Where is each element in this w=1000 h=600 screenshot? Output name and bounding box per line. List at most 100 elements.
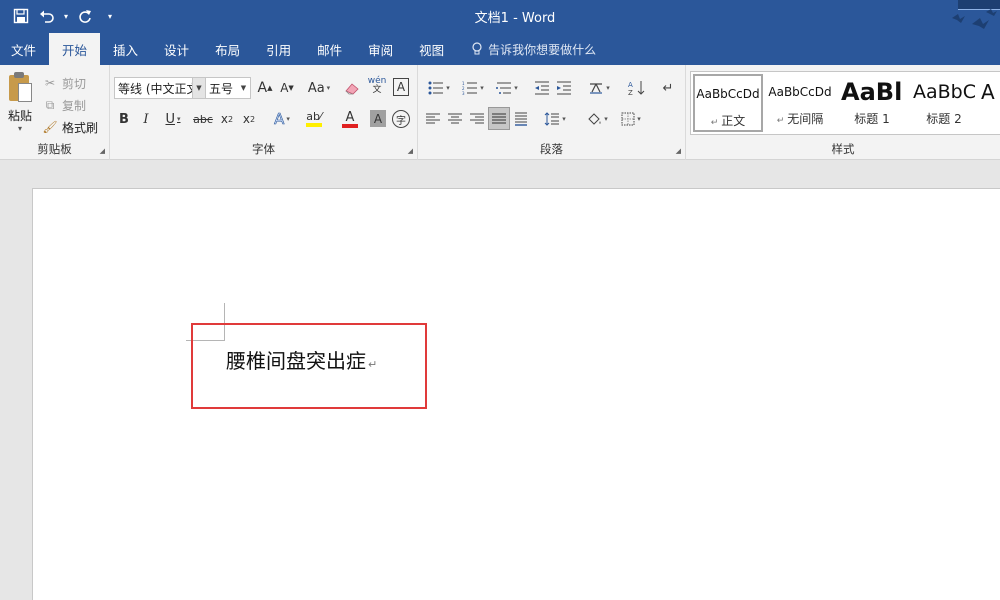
tab-view[interactable]: 视图 <box>406 33 457 65</box>
birds-decoration-icon <box>952 9 997 29</box>
chinese-layout-icon <box>590 83 603 94</box>
change-case-label: Aa <box>307 80 325 96</box>
clear-formatting-icon[interactable] <box>342 77 362 99</box>
tab-insert[interactable]: 插入 <box>100 33 151 65</box>
clipboard-actions: ✂ 剪切 ⧉ 复制 🖌 格式刷 <box>42 72 98 138</box>
tell-me-search[interactable]: 告诉我你想要做什么 <box>471 33 596 65</box>
style-sample: AaBbC <box>913 81 977 103</box>
tab-references[interactable]: 引用 <box>253 33 304 65</box>
decrease-indent-icon[interactable] <box>532 77 552 99</box>
font-size-dropdown-icon[interactable]: ▼ <box>237 78 250 98</box>
style-no-spacing[interactable]: AaBbCcDd ↵ 无间隔 <box>765 74 835 132</box>
title-decoration <box>900 0 1000 33</box>
style-heading-1[interactable]: AaBl 标题 1 <box>837 74 907 132</box>
enclose-characters-icon[interactable]: 字 <box>392 110 410 128</box>
paste-dropdown-icon[interactable]: ▾ <box>5 124 35 133</box>
styles-group-label: 样式 <box>831 142 855 156</box>
style-title[interactable]: A <box>981 74 1000 132</box>
tab-mailings[interactable]: 邮件 <box>304 33 355 65</box>
line-spacing-icon <box>544 112 560 126</box>
tab-file[interactable]: 文件 <box>0 33 49 65</box>
lightbulb-icon <box>472 42 482 55</box>
increase-indent-icon[interactable] <box>554 77 574 99</box>
style-heading-2[interactable]: AaBbC 标题 2 <box>909 74 979 132</box>
font-name-select[interactable]: 等线 (中文正文) ▼ <box>114 77 206 99</box>
document-body-text[interactable]: 腰椎间盘突出症 ↵ <box>226 345 377 374</box>
ribbon: 粘贴 ▾ ✂ 剪切 ⧉ 复制 🖌 格式刷 剪贴板 ◢ 等线 (中文正文) ▼ 五… <box>0 65 1000 160</box>
style-sample: AaBbCcDd <box>768 85 832 99</box>
clipboard-dialog-launcher-icon[interactable]: ◢ <box>100 147 105 155</box>
align-center-icon[interactable] <box>446 108 464 130</box>
borders-icon <box>621 112 635 126</box>
phonetic-guide-button[interactable]: wén 文 <box>368 75 387 97</box>
style-normal[interactable]: AaBbCcDd ↵ 正文 <box>693 74 763 132</box>
text-effects-button[interactable]: A ▾ <box>268 108 296 130</box>
distributed-icon[interactable] <box>512 108 530 130</box>
font-size-select[interactable]: 五号 ▼ <box>205 77 251 99</box>
font-color-icon: A <box>345 109 355 125</box>
character-shading-icon[interactable]: A <box>370 110 386 127</box>
shrink-font-icon[interactable]: A ▼ <box>278 77 296 99</box>
paragraph-group: ▾ 1 2 3 ▾ ▾ ▾ AZ ↵ ▾ ▾ ▾ 段落 ◢ <box>418 65 686 160</box>
underline-button[interactable]: U ▾ <box>160 108 186 130</box>
tab-home[interactable]: 开始 <box>49 33 101 65</box>
superscript-icon[interactable]: x2 <box>240 108 258 130</box>
chinese-layout-button[interactable]: ▾ <box>584 77 614 99</box>
copy-button[interactable]: ⧉ 复制 <box>42 94 98 116</box>
highlight-color-bar <box>306 123 322 127</box>
style-sample: AaBl <box>841 78 903 106</box>
multilevel-list-button[interactable]: ▾ <box>492 77 522 99</box>
format-painter-button[interactable]: 🖌 格式刷 <box>42 116 98 138</box>
subscript-icon[interactable]: x2 <box>218 108 236 130</box>
title-bar: ▾ ▾ 文档1 - Word <box>0 0 1000 33</box>
phonetic-sub-label: 文 <box>372 85 382 95</box>
tab-layout[interactable]: 布局 <box>202 33 253 65</box>
format-painter-label: 格式刷 <box>62 120 99 135</box>
style-sample: AaBbCcDd <box>696 87 760 101</box>
document-page[interactable] <box>32 188 1000 600</box>
paintbrush-icon: 🖌 <box>42 120 58 134</box>
svg-text:3: 3 <box>462 91 465 95</box>
strikethrough-icon[interactable]: abc <box>192 108 214 130</box>
tab-review[interactable]: 审阅 <box>355 33 406 65</box>
styles-gallery: AaBbCcDd ↵ 正文 AaBbCcDd ↵ 无间隔 AaBl 标题 1 A… <box>690 71 1000 135</box>
bullets-icon <box>428 81 444 95</box>
show-formatting-marks-icon[interactable]: ↵ <box>658 77 678 99</box>
window-title: 文档1 - Word <box>474 11 556 26</box>
font-group-label: 字体 <box>252 142 275 156</box>
paragraph-group-label: 段落 <box>540 142 563 156</box>
bold-icon[interactable]: B <box>116 108 132 130</box>
numbering-button[interactable]: 1 2 3 ▾ <box>458 77 488 99</box>
multilevel-list-icon <box>496 82 512 94</box>
clipboard-group: 粘贴 ▾ ✂ 剪切 ⧉ 复制 🖌 格式刷 剪贴板 ◢ <box>0 65 110 160</box>
align-right-icon[interactable] <box>468 108 486 130</box>
font-dialog-launcher-icon[interactable]: ◢ <box>408 147 413 155</box>
sort-icon[interactable]: AZ <box>626 77 648 99</box>
font-name-value: 等线 (中文正文) <box>118 81 204 96</box>
styles-group: AaBbCcDd ↵ 正文 AaBbCcDd ↵ 无间隔 AaBl 标题 1 A… <box>686 65 1000 160</box>
shading-button[interactable]: ▾ <box>582 108 612 130</box>
highlight-color-button[interactable]: ab⁄ <box>300 108 328 130</box>
paste-button[interactable]: 粘贴 ▾ <box>5 72 35 133</box>
style-name: 标题 1 <box>854 112 890 126</box>
italic-icon[interactable]: I <box>138 108 154 130</box>
borders-button[interactable]: ▾ <box>616 108 646 130</box>
cut-button[interactable]: ✂ 剪切 <box>42 72 98 94</box>
font-color-bar <box>342 123 358 128</box>
line-spacing-button[interactable]: ▾ <box>540 108 570 130</box>
style-name: 标题 2 <box>926 112 962 126</box>
align-left-icon[interactable] <box>424 108 442 130</box>
svg-text:Z: Z <box>628 89 633 96</box>
font-color-button[interactable]: A <box>336 108 364 130</box>
character-border-icon[interactable]: A <box>393 78 409 96</box>
style-name: 正文 <box>721 114 746 128</box>
copy-icon: ⧉ <box>45 97 55 112</box>
grow-font-icon[interactable]: A ▲ <box>256 77 274 99</box>
ribbon-tabs: 文件 开始 插入 设计 布局 引用 邮件 审阅 视图 告诉我你想要做什么 <box>0 33 1000 65</box>
paragraph-dialog-launcher-icon[interactable]: ◢ <box>676 147 681 155</box>
font-name-dropdown-icon[interactable]: ▼ <box>192 78 205 98</box>
change-case-button[interactable]: Aa ▾ <box>304 77 334 99</box>
tab-design[interactable]: 设计 <box>151 33 202 65</box>
justify-icon[interactable] <box>488 107 510 130</box>
bullets-button[interactable]: ▾ <box>424 77 454 99</box>
